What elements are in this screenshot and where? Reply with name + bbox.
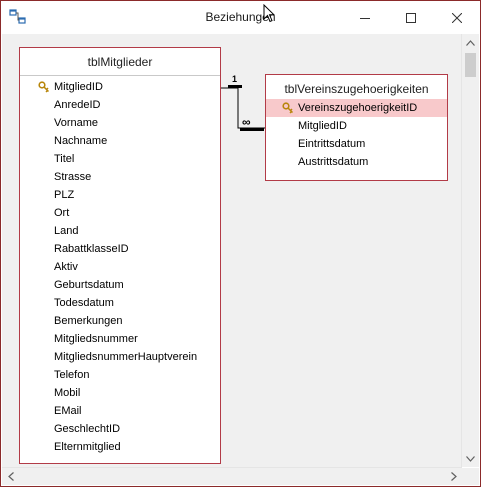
relationships-canvas[interactable]: 1 ∞ tblMitglieder MitgliedID AnredeID Vorn… xyxy=(2,34,462,467)
field-row[interactable]: Mitgliedsnummer xyxy=(20,330,220,348)
field-row[interactable]: GeschlechtID xyxy=(20,420,220,438)
field-row[interactable]: Vorname xyxy=(20,114,220,132)
field-label: Mobil xyxy=(54,387,81,399)
maximize-button[interactable] xyxy=(388,1,434,34)
scroll-up-button[interactable] xyxy=(462,34,479,51)
field-row[interactable]: Mobil xyxy=(20,384,220,402)
field-row[interactable]: MitgliedID xyxy=(266,117,447,135)
maximize-icon xyxy=(406,12,416,23)
field-label: Bemerkungen xyxy=(54,315,123,327)
chevron-left-icon xyxy=(7,472,14,481)
one-side-label: 1 xyxy=(232,74,238,84)
chevron-right-icon xyxy=(450,472,457,481)
field-row[interactable]: RabattklasseID xyxy=(20,240,220,258)
scroll-thumb[interactable] xyxy=(465,53,476,77)
scroll-down-button[interactable] xyxy=(462,450,479,467)
field-row[interactable]: Telefon xyxy=(20,366,220,384)
field-label: Todesdatum xyxy=(54,297,114,309)
field-row[interactable]: Titel xyxy=(20,150,220,168)
field-row[interactable]: Land xyxy=(20,222,220,240)
chevron-down-icon xyxy=(466,455,475,462)
table-tblmitglieder[interactable]: tblMitglieder MitgliedID AnredeID Vorname N… xyxy=(19,47,221,464)
field-row[interactable]: VereinszugehoerigkeitID xyxy=(266,99,447,117)
field-row[interactable]: AnredeID xyxy=(20,96,220,114)
chevron-up-icon xyxy=(466,39,475,46)
minimize-icon xyxy=(360,17,370,19)
field-row[interactable]: MitgliedsnummerHauptverein xyxy=(20,348,220,366)
table-title[interactable]: tblMitglieder xyxy=(20,48,220,76)
field-label: Aktiv xyxy=(54,261,78,273)
scroll-left-button[interactable] xyxy=(2,468,19,485)
field-row[interactable]: Bemerkungen xyxy=(20,312,220,330)
field-label: Strasse xyxy=(54,171,92,183)
scrollbar-corner xyxy=(462,468,479,485)
field-row[interactable]: Strasse xyxy=(20,168,220,186)
close-button[interactable] xyxy=(434,1,480,34)
relationships-window: Beziehungen 1 ∞ tblMitglieder MitgliedID… xyxy=(0,0,481,487)
field-row[interactable]: Geburtsdatum xyxy=(20,276,220,294)
field-label: Titel xyxy=(54,153,75,165)
field-label: Land xyxy=(54,225,79,237)
field-row[interactable]: Aktiv xyxy=(20,258,220,276)
scroll-right-button[interactable] xyxy=(445,468,462,485)
field-label: AnredeID xyxy=(54,99,101,111)
field-label: Geburtsdatum xyxy=(54,279,124,291)
minimize-button[interactable] xyxy=(342,1,388,34)
field-row[interactable]: Nachname xyxy=(20,132,220,150)
field-label: GeschlechtID xyxy=(54,423,121,435)
field-label: Ort xyxy=(54,207,70,219)
many-side-label: ∞ xyxy=(242,115,251,129)
title-bar[interactable]: Beziehungen xyxy=(1,1,480,34)
field-label: Elternmitglied xyxy=(54,441,121,453)
horizontal-scrollbar[interactable] xyxy=(2,467,462,485)
field-row[interactable]: Todesdatum xyxy=(20,294,220,312)
field-label: Eintrittsdatum xyxy=(298,138,366,150)
field-row[interactable]: MitgliedID xyxy=(20,78,220,96)
field-label: MitgliedID xyxy=(298,120,347,132)
field-row[interactable]: Austrittsdatum xyxy=(266,153,447,171)
table-tblvereinszugehoerigkeiten[interactable]: tblVereinszugehoerigkeiten Vereinszugeho… xyxy=(265,74,448,181)
vertical-scrollbar[interactable] xyxy=(461,34,479,467)
field-row[interactable]: Ort xyxy=(20,204,220,222)
field-label: Vorname xyxy=(54,117,99,129)
field-row[interactable]: Elternmitglied xyxy=(20,438,220,456)
field-label: PLZ xyxy=(54,189,75,201)
field-row[interactable]: EMail xyxy=(20,402,220,420)
field-label: EMail xyxy=(54,405,82,417)
field-label: VereinszugehoerigkeitID xyxy=(298,102,418,114)
mouse-cursor-icon xyxy=(263,4,275,23)
field-label: RabattklasseID xyxy=(54,243,129,255)
field-label: Mitgliedsnummer xyxy=(54,333,138,345)
field-label: Telefon xyxy=(54,369,90,381)
field-label: Nachname xyxy=(54,135,108,147)
field-row[interactable]: Eintrittsdatum xyxy=(266,135,447,153)
field-row[interactable]: PLZ xyxy=(20,186,220,204)
field-label: MitgliedsnummerHauptverein xyxy=(54,351,198,363)
field-label: MitgliedID xyxy=(54,81,103,93)
close-icon xyxy=(452,12,462,23)
field-label: Austrittsdatum xyxy=(298,156,369,168)
